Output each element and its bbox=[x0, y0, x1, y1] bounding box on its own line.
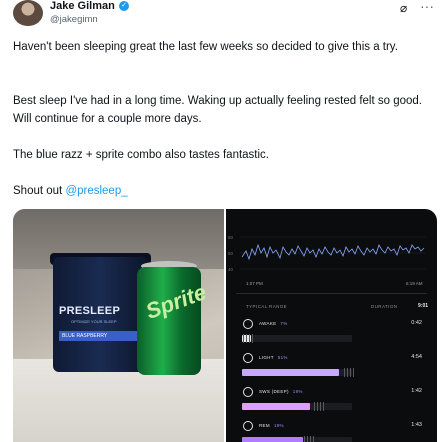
tweet-header: Jake Gilman ✓ @jakegimn ⌀ ··· bbox=[0, 0, 442, 32]
typical-range-marker bbox=[304, 436, 314, 442]
tweet-text-1: Haven't been sleeping great the last few… bbox=[13, 41, 398, 53]
typical-range-header: TYPICAL RANGE bbox=[246, 304, 288, 309]
graph-start-time: 1:07 PM bbox=[246, 281, 263, 286]
sleep-app-screenshot[interactable]: 60 50 40 1:07 PM 6:19 AM TYPICAL RANGE D… bbox=[226, 209, 437, 442]
stage-duration: 4:54 bbox=[411, 354, 422, 360]
verified-badge-icon: ✓ bbox=[119, 1, 129, 11]
tub-brand: PRESLEEP bbox=[59, 305, 121, 317]
divider bbox=[236, 293, 427, 294]
author-handle[interactable]: @jakegimn bbox=[50, 14, 98, 25]
stage-ring-icon bbox=[243, 421, 253, 431]
y-tick-60: 60 bbox=[228, 235, 234, 240]
stage-ring-icon bbox=[243, 319, 253, 329]
tweet-text-4: Shout out @presleep_ bbox=[13, 182, 431, 200]
stage-sws-deep[interactable]: SWS (DEEP) 19% 1:42 bbox=[240, 387, 430, 419]
stage-light[interactable]: LIGHT 51% 4:54 bbox=[240, 353, 430, 385]
graph-end-time: 6:19 AM bbox=[406, 281, 423, 286]
stage-duration: 1:42 bbox=[411, 388, 422, 394]
y-tick-50: 50 bbox=[228, 251, 234, 256]
stage-label: LIGHT 51% bbox=[259, 355, 288, 360]
heart-rate-graph bbox=[240, 236, 426, 270]
y-tick-40: 40 bbox=[228, 267, 234, 272]
stage-label: AWAKE 7% bbox=[259, 321, 288, 326]
stage-label: REM 19% bbox=[259, 423, 284, 428]
typical-range-marker bbox=[243, 334, 253, 343]
stage-duration: 1:43 bbox=[411, 422, 422, 428]
shout-out-text: Shout out bbox=[13, 185, 66, 197]
stage-fill bbox=[242, 369, 339, 376]
total-duration: 9:01 bbox=[418, 303, 429, 309]
stage-awake[interactable]: AWAKE 7% 0:42 bbox=[240, 319, 430, 351]
tweet-text-3: The blue razz + sprite combo also tastes… bbox=[13, 149, 269, 161]
stage-track bbox=[242, 436, 352, 442]
stage-ring-icon bbox=[243, 353, 253, 363]
author-name[interactable]: Jake Gilman bbox=[50, 0, 115, 12]
stage-ring-icon bbox=[243, 387, 253, 397]
tweet-text-2: Best sleep I've had in a long time. Waki… bbox=[13, 95, 422, 125]
product-photo[interactable]: PRESLEEP OPTIMIZE YOUR SLEEP BLUE RASPBE… bbox=[13, 209, 224, 442]
tub-flavor: BLUE RASPBERRY bbox=[59, 331, 144, 341]
grok-icon[interactable]: ⌀ bbox=[400, 1, 407, 15]
tweet-media: PRESLEEP OPTIMIZE YOUR SLEEP BLUE RASPBE… bbox=[13, 209, 437, 442]
stage-duration: 0:42 bbox=[411, 320, 422, 326]
stage-track bbox=[242, 334, 352, 343]
stage-label: SWS (DEEP) 19% bbox=[259, 389, 303, 394]
mention-link[interactable]: @presleep_ bbox=[65, 185, 127, 197]
stage-track bbox=[242, 368, 354, 377]
stage-fill bbox=[242, 403, 310, 410]
stage-fill bbox=[242, 437, 303, 442]
stage-rem[interactable]: REM 19% 1:43 bbox=[240, 421, 430, 442]
author-avatar[interactable] bbox=[13, 0, 43, 26]
typical-range-marker bbox=[314, 402, 324, 411]
tub-subtitle: OPTIMIZE YOUR SLEEP bbox=[71, 319, 117, 324]
duration-header: DURATION bbox=[371, 304, 398, 309]
more-icon[interactable]: ··· bbox=[420, 0, 434, 14]
typical-range-marker bbox=[344, 368, 354, 377]
stage-track bbox=[242, 402, 352, 411]
